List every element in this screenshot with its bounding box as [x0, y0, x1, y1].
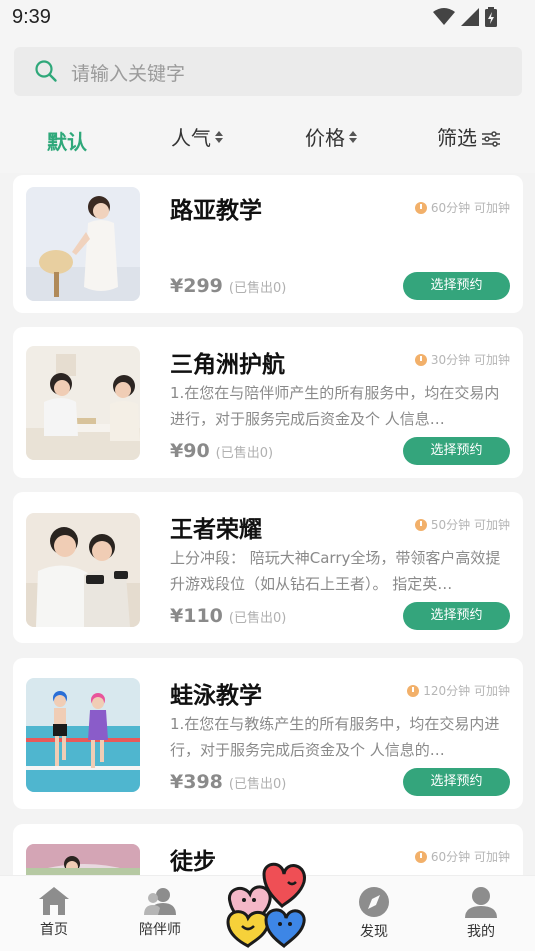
duration-text: 120分钟 可加钟	[423, 684, 510, 698]
duration-label: 50分钟 可加钟	[414, 516, 510, 533]
header: 请输入关键字 默认 人气 价格 筛选	[0, 36, 535, 173]
price: ¥90	[170, 440, 210, 462]
service-image	[26, 678, 140, 792]
sort-popularity-label: 人气	[171, 126, 211, 150]
price-row: ¥398 (已售出0)	[170, 771, 286, 793]
service-title: 三角洲护航	[170, 352, 285, 378]
sort-caret-icon	[349, 130, 357, 143]
service-image	[26, 513, 140, 627]
sort-default-label: 默认	[47, 130, 87, 154]
tab-mine[interactable]: 我的	[441, 886, 521, 941]
service-card[interactable]: 蛙泳教学 120分钟 可加钟 1.在您在与教练产生的所有服务中，均在交易内进行，…	[13, 658, 523, 809]
duration-text: 60分钟 可加钟	[430, 850, 510, 864]
service-card[interactable]: 王者荣耀 50分钟 可加钟 上分冲段： 陪玩大神Carry全场，带领客户高效提升…	[13, 492, 523, 643]
book-button[interactable]: 选择预约	[403, 437, 510, 465]
user-profile-icon	[465, 887, 497, 918]
duration-text: 50分钟 可加钟	[430, 518, 510, 532]
clock-icon	[414, 850, 427, 863]
search-placeholder: 请输入关键字	[71, 63, 186, 85]
book-button[interactable]: 选择预约	[403, 272, 510, 300]
tab-home-label: 首页	[40, 922, 68, 938]
price: ¥110	[170, 605, 223, 627]
sort-default[interactable]: 默认	[47, 126, 87, 155]
sold-count: (已售出0)	[228, 777, 287, 792]
sort-bar: 默认 人气 价格 筛选	[0, 106, 535, 172]
bottom-tab-bar: 首页 陪伴师 发现 我的	[0, 862, 535, 951]
sort-price-label: 价格	[305, 126, 345, 150]
search-icon	[35, 60, 57, 82]
sort-price[interactable]: 价格	[305, 122, 357, 151]
price: ¥299	[170, 275, 223, 297]
cellular-signal-icon	[461, 8, 479, 26]
sort-caret-icon	[215, 130, 223, 143]
service-description: 上分冲段： 陪玩大神Carry全场，带领客户高效提升游戏段位（如从钻石上王者）。…	[170, 549, 501, 593]
companion-people-icon	[144, 888, 176, 915]
sold-count: (已售出0)	[215, 446, 274, 461]
service-title: 路亚教学	[170, 198, 262, 224]
service-card[interactable]: 路亚教学 60分钟 可加钟 ¥299 (已售出0) 选择预约	[13, 175, 523, 313]
status-bar: 9:39	[0, 0, 535, 36]
tab-companion-label: 陪伴师	[139, 922, 181, 938]
service-description: 1.在您在与教练产生的所有服务中，均在交易内进行，对于服务完成后资金及个 人信息…	[170, 715, 500, 759]
home-icon	[39, 887, 69, 915]
duration-label: 30分钟 可加钟	[414, 351, 510, 368]
service-image	[26, 187, 140, 301]
service-image	[26, 346, 140, 460]
tab-home[interactable]: 首页	[14, 886, 94, 939]
wifi-icon	[433, 8, 455, 25]
duration-label: 120分钟 可加钟	[407, 682, 510, 699]
service-description: 1.在您在与陪伴师产生的所有服务中，均在交易内进行，对于服务完成后资金及个 人信…	[170, 384, 500, 428]
book-button[interactable]: 选择预约	[403, 768, 510, 796]
sold-count: (已售出0)	[228, 281, 287, 296]
sort-filter[interactable]: 筛选	[437, 122, 501, 151]
tab-mine-label: 我的	[467, 924, 495, 940]
status-icons	[433, 7, 497, 27]
tab-companion[interactable]: 陪伴师	[120, 886, 200, 939]
price-row: ¥110 (已售出0)	[170, 605, 286, 627]
duration-label: 60分钟 可加钟	[414, 848, 510, 865]
duration-text: 60分钟 可加钟	[430, 201, 510, 215]
clock-icon	[414, 201, 427, 214]
sold-count: (已售出0)	[228, 611, 287, 626]
status-time: 9:39	[12, 6, 51, 28]
service-list[interactable]: 路亚教学 60分钟 可加钟 ¥299 (已售出0) 选择预约 三角洲护航 30分…	[0, 173, 535, 875]
price-row: ¥90 (已售出0)	[170, 440, 273, 462]
price: ¥398	[170, 771, 223, 793]
clock-icon	[414, 353, 427, 366]
sort-popularity[interactable]: 人气	[171, 122, 223, 151]
service-title: 蛙泳教学	[170, 683, 262, 709]
clock-icon	[407, 684, 420, 697]
service-image	[26, 844, 140, 875]
battery-icon	[485, 7, 497, 27]
tab-discover[interactable]: 发现	[334, 886, 414, 941]
duration-text: 30分钟 可加钟	[430, 353, 510, 367]
price-row: ¥299 (已售出0)	[170, 275, 286, 297]
clock-icon	[414, 518, 427, 531]
service-card[interactable]: 三角洲护航 30分钟 可加钟 1.在您在与陪伴师产生的所有服务中，均在交易内进行…	[13, 327, 523, 478]
service-title: 徒步	[170, 849, 216, 875]
sort-filter-label: 筛选	[437, 126, 477, 150]
duration-label: 60分钟 可加钟	[414, 199, 510, 216]
filter-sliders-icon	[482, 130, 500, 147]
search-input[interactable]: 请输入关键字	[14, 47, 522, 96]
service-title: 王者荣耀	[170, 517, 262, 543]
center-hearts-logo[interactable]	[224, 860, 312, 951]
book-button[interactable]: 选择预约	[403, 602, 510, 630]
compass-icon	[359, 887, 389, 917]
tab-discover-label: 发现	[360, 924, 388, 940]
